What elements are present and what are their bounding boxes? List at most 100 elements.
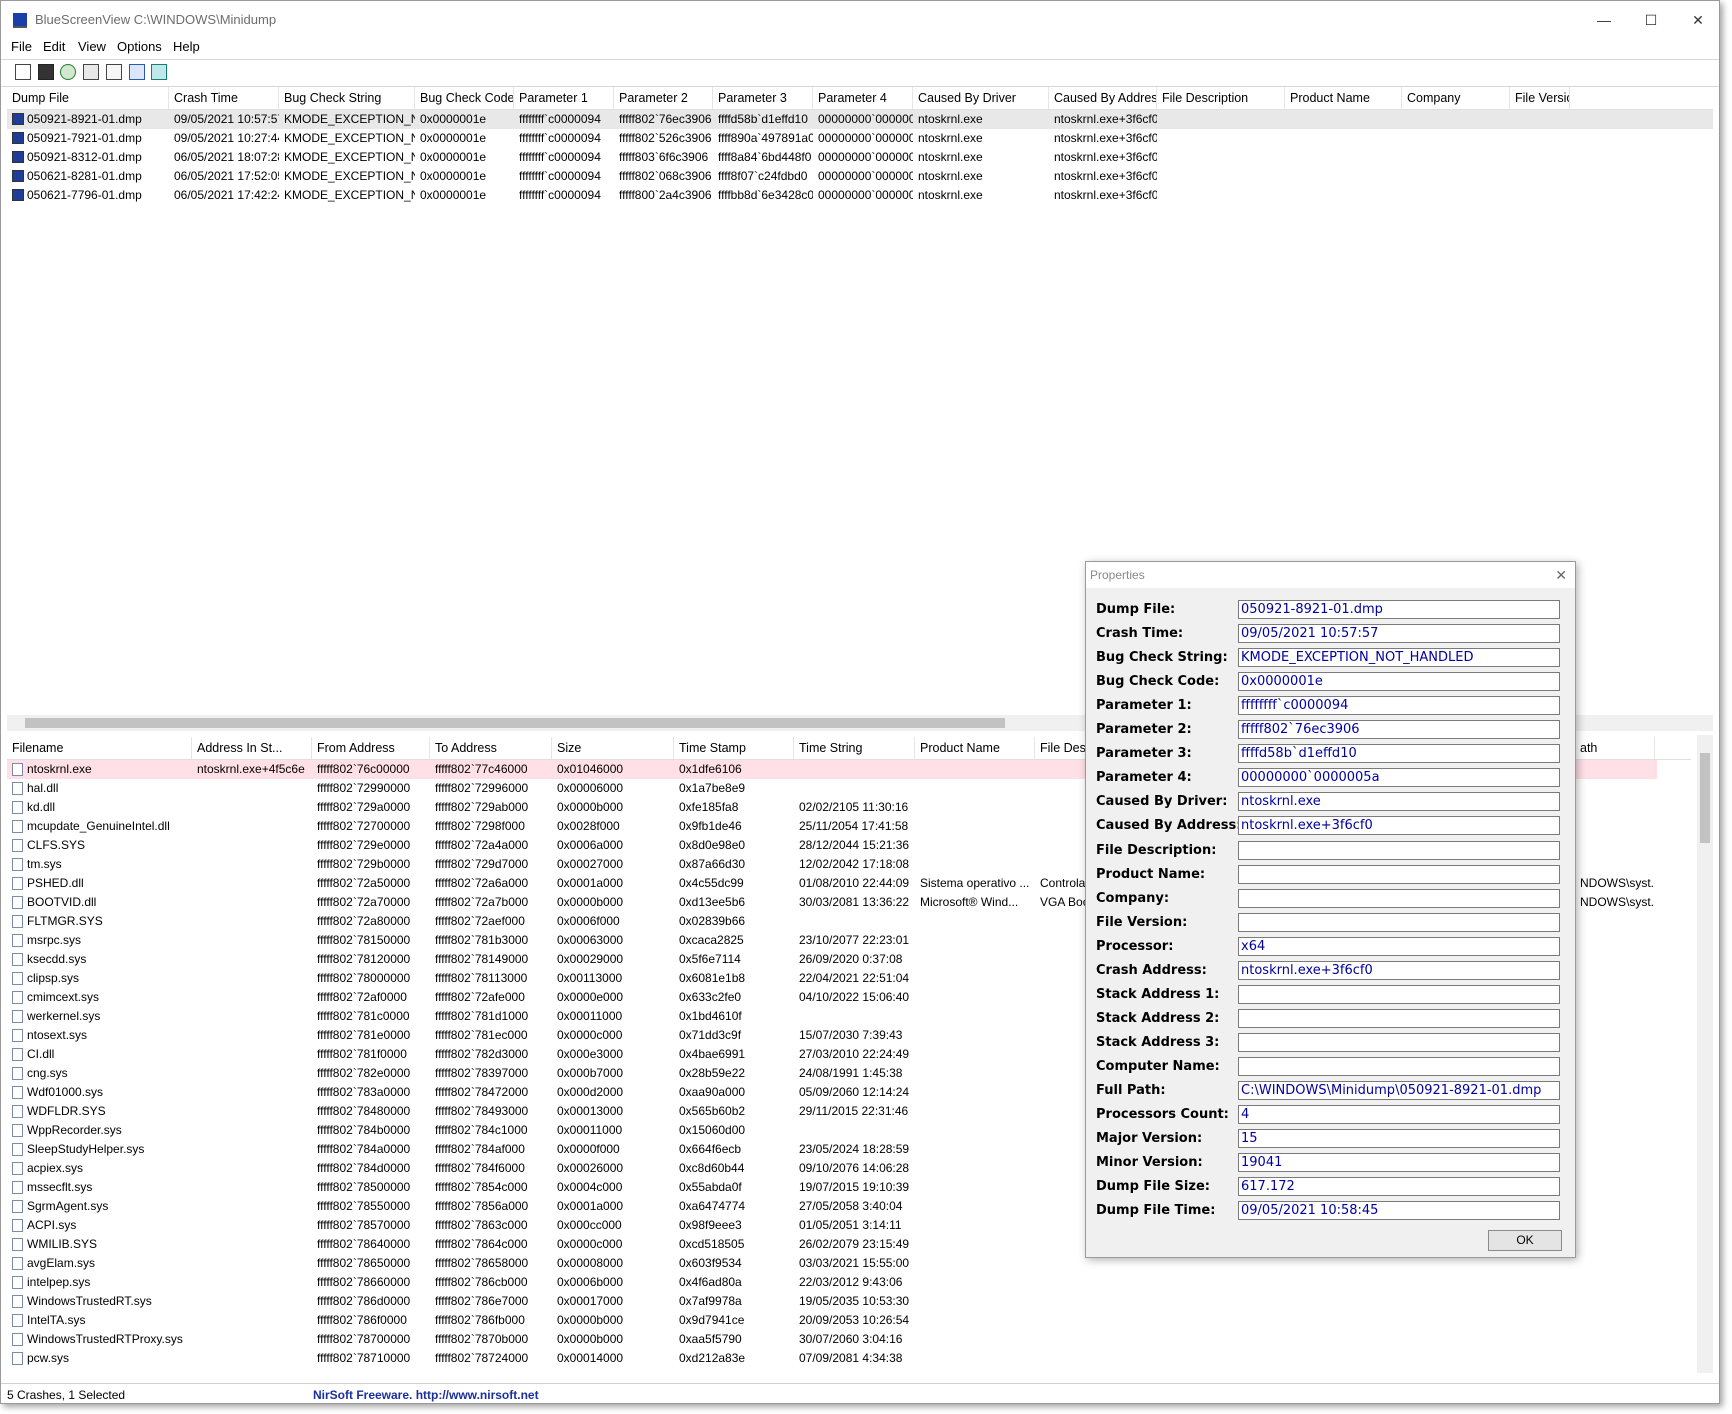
property-value-field[interactable] (1238, 840, 1560, 860)
property-value-field[interactable] (1238, 984, 1560, 1004)
property-value-field[interactable]: 19041 (1238, 1153, 1560, 1173)
column-header[interactable]: Filename (7, 737, 192, 759)
close-button[interactable]: ✕ (1675, 7, 1719, 33)
property-value-field[interactable] (1238, 1008, 1560, 1028)
table-row[interactable]: intelpep.sys fffff802`78660000 fffff802`78… (7, 1273, 1657, 1292)
table-cell (915, 1159, 1035, 1178)
table-cell: fffff802`72af0000 (317, 990, 407, 1004)
html-report-icon[interactable] (106, 64, 122, 80)
scroll-thumb[interactable] (1700, 753, 1710, 843)
table-cell: 0x55abda0f (679, 1180, 742, 1194)
property-value-field[interactable]: ffffffff`c0000094 (1238, 696, 1560, 716)
property-value-field[interactable]: 15 (1238, 1129, 1560, 1149)
status-bar: 5 Crashes, 1 Selected NirSoft Freeware. … (1, 1383, 1719, 1403)
menu-options[interactable]: Options (117, 39, 162, 54)
properties-icon[interactable] (15, 64, 31, 80)
exit-icon[interactable] (151, 64, 167, 80)
property-value-field[interactable]: x64 (1238, 936, 1560, 956)
property-value-field[interactable]: 050921-8921-01.dmp (1238, 600, 1560, 619)
property-value-field[interactable]: 00000000`0000005a (1238, 768, 1560, 788)
menu-help[interactable]: Help (173, 39, 200, 54)
table-cell: 29/11/2015 22:31:46 (799, 1104, 909, 1118)
save-icon[interactable] (38, 64, 54, 80)
property-value-field[interactable]: ntoskrnl.exe+3f6cf0 (1238, 816, 1560, 836)
table-row[interactable]: pcw.sys fffff802`78710000 fffff802`7872400… (7, 1349, 1657, 1368)
column-header[interactable]: Product Name (915, 737, 1035, 759)
column-header[interactable]: Time String (794, 737, 915, 759)
column-header[interactable]: Parameter 2 (614, 87, 713, 109)
table-row[interactable]: 050921-8921-01.dmp 09/05/2021 10:57:57 KMO… (7, 110, 1713, 129)
column-header[interactable]: Parameter 3 (713, 87, 813, 109)
table-cell (192, 1311, 312, 1330)
table-cell: fffff802`72990000 (317, 781, 411, 795)
table-row[interactable]: 050621-7796-01.dmp 06/05/2021 17:42:24 KMO… (7, 186, 1713, 205)
table-row[interactable]: IntelTA.sys fffff802`786f0000 fffff802`786… (7, 1311, 1657, 1330)
property-value-field[interactable]: ntoskrnl.exe+3f6cf0 (1238, 960, 1560, 980)
copy-icon[interactable] (83, 64, 99, 80)
column-header[interactable]: Company (1402, 87, 1510, 109)
dialog-close-icon[interactable]: ✕ (1555, 567, 1567, 584)
column-header[interactable]: File Description (1157, 87, 1285, 109)
column-header[interactable]: File Versio (1510, 87, 1570, 109)
column-header[interactable]: Product Name (1285, 87, 1402, 109)
table-cell: 26/02/2079 23:15:49 (799, 1237, 910, 1251)
property-value-field[interactable]: 09/05/2021 10:57:57 (1238, 624, 1560, 644)
property-value-field[interactable]: C:\WINDOWS\Minidump\050921-8921-01.dmp (1238, 1081, 1560, 1100)
property-value-field[interactable] (1238, 912, 1560, 932)
column-header[interactable]: Caused By Driver (913, 87, 1049, 109)
property-value-field[interactable]: 617.172 (1238, 1177, 1560, 1197)
column-header[interactable]: Bug Check Code (415, 87, 514, 109)
table-cell: 0x0000e000 (557, 990, 624, 1004)
column-header[interactable]: Size (552, 737, 674, 759)
minimize-button[interactable]: — (1581, 7, 1627, 33)
column-header[interactable]: Parameter 1 (514, 87, 614, 109)
column-header[interactable]: Time Stamp (674, 737, 794, 759)
table-row[interactable]: WindowsTrustedRTProxy.sys fffff802`787000… (7, 1330, 1657, 1349)
vertical-scrollbar[interactable] (1697, 735, 1713, 1373)
table-cell: 0x0001a000 (557, 876, 624, 890)
table-cell: fffff802`78570000 (317, 1218, 411, 1232)
scroll-thumb[interactable] (25, 718, 1005, 728)
find-icon[interactable] (129, 64, 145, 80)
property-value-field[interactable] (1238, 1032, 1560, 1052)
refresh-icon[interactable] (60, 64, 76, 80)
table-row[interactable]: 050921-7921-01.dmp 09/05/2021 10:27:44 KMO… (7, 129, 1713, 148)
table-cell (1575, 817, 1655, 836)
column-header[interactable]: Parameter 4 (813, 87, 913, 109)
table-cell: mssecflt.sys (27, 1180, 93, 1194)
property-value-field[interactable]: fffff802`76ec3906 (1238, 720, 1560, 740)
column-header[interactable]: Crash Time (169, 87, 279, 109)
property-label: Dump File Size: (1096, 1179, 1210, 1195)
menu-file[interactable]: File (11, 39, 32, 54)
nirsoft-link[interactable]: NirSoft Freeware. http://www.nirsoft.net (313, 1388, 539, 1402)
table-row[interactable]: 050921-8312-01.dmp 06/05/2021 18:07:28 KMO… (7, 148, 1713, 167)
column-header[interactable]: Address In St... (192, 737, 312, 759)
table-row[interactable]: WindowsTrustedRT.sys fffff802`786d0000 fff… (7, 1292, 1657, 1311)
table-cell: 0x0000b000 (557, 800, 624, 814)
property-value-field[interactable]: 0x0000001e (1238, 672, 1560, 692)
column-header[interactable]: Caused By Address (1049, 87, 1157, 109)
property-value-field[interactable]: 09/05/2021 10:58:45 (1238, 1201, 1560, 1221)
property-value-field[interactable]: ntoskrnl.exe (1238, 792, 1560, 812)
table-cell: fffff802`78480000 (317, 1104, 411, 1118)
column-header[interactable]: Bug Check String (279, 87, 415, 109)
menu-edit[interactable]: Edit (43, 39, 65, 54)
maximize-button[interactable]: ☐ (1628, 7, 1674, 33)
table-cell (192, 1273, 312, 1292)
table-cell (1575, 836, 1655, 855)
property-value-field[interactable] (1238, 888, 1560, 908)
table-cell: ntoskrnl.exe+3f6cf0 (1054, 188, 1157, 202)
property-value-field[interactable] (1238, 1056, 1560, 1076)
column-header[interactable]: ath (1575, 737, 1655, 759)
ok-button[interactable]: OK (1488, 1230, 1562, 1251)
property-value-field[interactable]: ffffd58b`d1effd10 (1238, 744, 1560, 764)
property-value-field[interactable] (1238, 864, 1560, 884)
table-row[interactable]: 050621-8281-01.dmp 06/05/2021 17:52:05 KMO… (7, 167, 1713, 186)
property-value-field[interactable]: 4 (1238, 1105, 1560, 1125)
menu-view[interactable]: View (78, 39, 106, 54)
column-header[interactable]: Dump File (7, 87, 169, 109)
column-header[interactable]: To Address (430, 737, 552, 759)
table-cell: fffff802`78120000 (317, 952, 411, 966)
column-header[interactable]: From Address (312, 737, 430, 759)
property-value-field[interactable]: KMODE_EXCEPTION_NOT_HANDLED (1238, 648, 1560, 668)
